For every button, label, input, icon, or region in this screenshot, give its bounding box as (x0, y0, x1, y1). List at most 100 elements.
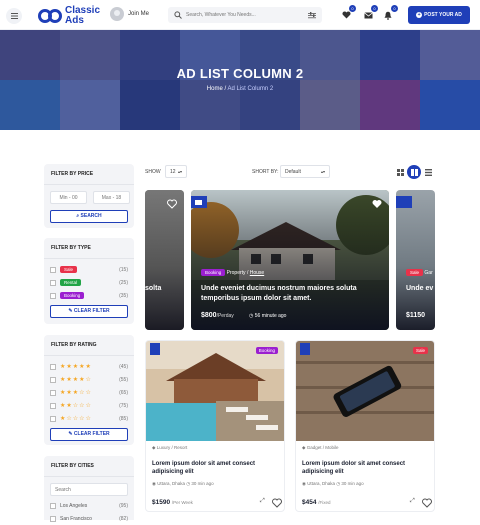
next-title: Unde ev temporib (406, 285, 435, 292)
list-view-button[interactable] (422, 166, 434, 178)
post-ad-button[interactable]: + POST YOUR AD (408, 6, 470, 24)
chevron-updown-icon: ▴▾ (177, 169, 182, 174)
type-clear-filter-button[interactable]: ✎ CLEAR FILTER (50, 305, 128, 318)
rating-filter-panel: FILTER BY RATING ★★★★★ (45) ★★★★☆ (55) ★… (44, 335, 134, 445)
checkbox[interactable] (50, 389, 56, 396)
rating-filter-option[interactable]: ★★☆☆☆ (75) (44, 399, 134, 412)
column-view-button[interactable] (407, 165, 421, 179)
show-label: SHOW (145, 169, 161, 175)
min-price-input[interactable] (50, 191, 87, 204)
city-filter-option[interactable]: San Francisco (82) (44, 512, 134, 525)
type-filter-option[interactable]: Rental (25) (44, 276, 134, 289)
ad-location: Uttara, Dhaka (307, 481, 335, 486)
menu-toggle-button[interactable] (6, 8, 22, 24)
show-count-value: 12 (170, 169, 176, 175)
ad-title[interactable]: Lorem ipsum dolor sit amet consect adipi… (302, 460, 428, 476)
rating-filter-option[interactable]: ★★★★★ (45) (44, 360, 134, 373)
badge-booking: Booking (255, 347, 278, 354)
sort-value: Default (285, 169, 301, 175)
ad-title[interactable]: Lorem ipsum dolor sit amet consect adipi… (152, 460, 278, 476)
search-icon (174, 11, 182, 19)
rating-count: (55) (119, 376, 128, 383)
category-link[interactable]: Luxury (157, 445, 171, 450)
checkbox[interactable] (50, 402, 56, 409)
checkbox[interactable] (50, 515, 56, 522)
checkbox[interactable] (50, 292, 56, 299)
next-category: Gar (424, 270, 433, 276)
ad-photo (296, 341, 434, 441)
ad-location-row: ◉ Uttara, Dhaka ◷ 30 min ago (152, 481, 214, 487)
subcategory-link[interactable]: Mobile (325, 445, 338, 450)
search-input[interactable] (186, 12, 306, 18)
featured-ribbon (396, 196, 412, 208)
next-category-row: Sale Gar (406, 269, 433, 276)
city-count: (95) (119, 502, 128, 509)
ad-card[interactable]: Booking ◆ Luxury / Resort Lorem ipsum do… (145, 340, 285, 512)
star-rating-icon: ★☆☆☆☆ (60, 416, 92, 422)
sort-label: SHORT BY: (252, 169, 279, 175)
featured-ad-card[interactable]: Booking Property / House Unde eveniet du… (191, 190, 389, 330)
price-value: $454 (302, 499, 317, 506)
type-filter-option[interactable]: Booking (35) (44, 289, 134, 302)
category-link[interactable]: Gadget (307, 445, 322, 450)
featured-ribbon (150, 343, 160, 355)
show-count-select[interactable]: 12 ▴▾ (165, 165, 187, 178)
notifications-button[interactable]: 0 (381, 5, 398, 22)
ad-price: $454 /Fixed (302, 499, 331, 506)
filter-sliders-icon[interactable] (308, 11, 316, 19)
rating-filter-option[interactable]: ★☆☆☆☆ (85) (44, 412, 134, 425)
plus-circle-icon: + (416, 11, 423, 18)
rating-filter-title: FILTER BY RATING (44, 335, 134, 356)
subcategory-link[interactable]: House (250, 270, 264, 276)
rating-filter-option[interactable]: ★★★★☆ (55) (44, 373, 134, 386)
checkbox[interactable] (50, 376, 56, 383)
type-filter-option[interactable]: Sale (15) (44, 263, 134, 276)
sort-select[interactable]: Default ▴▾ (280, 165, 330, 178)
breadcrumb-home-link[interactable]: Home (207, 86, 223, 92)
city-search-input[interactable] (50, 483, 128, 496)
ad-category-row: ◆ Luxury / Resort (152, 445, 187, 451)
user-menu[interactable]: Join Me (110, 7, 149, 21)
checkbox[interactable] (50, 415, 56, 422)
ad-category-row: ◆ Gadget / Mobile (302, 445, 339, 451)
rating-filter-option[interactable]: ★★★☆☆ (65) (44, 386, 134, 399)
heart-icon[interactable] (167, 199, 177, 209)
type-count: (15) (119, 266, 128, 273)
city-filter-option[interactable]: Los Angeles (95) (44, 499, 134, 512)
type-count: (35) (119, 292, 128, 299)
heart-icon[interactable] (372, 199, 382, 209)
chevron-updown-icon: ▴▾ (320, 169, 325, 174)
featured-ad-title[interactable]: Unde eveniet ducimus nostrum maiores sol… (201, 284, 381, 304)
compare-icon[interactable]: ⤢ (260, 498, 265, 505)
price-search-button[interactable]: ⌕ SEARCH (50, 210, 128, 223)
featured-ribbon (300, 343, 310, 355)
site-logo[interactable]: Classic Ads (38, 5, 101, 26)
featured-ad-time: ◷ 56 minute ago (249, 313, 286, 319)
type-count: (25) (119, 279, 128, 286)
price-search-label: SEARCH (80, 213, 102, 219)
heart-icon[interactable] (272, 498, 282, 508)
wishlist-button[interactable]: 0 (339, 5, 356, 22)
featured-ad-card-prev[interactable]: solta (145, 190, 184, 330)
grid-view-button[interactable] (394, 166, 406, 178)
compare-icon[interactable]: ⤢ (410, 498, 415, 505)
category-link[interactable]: Property (227, 270, 246, 276)
max-price-input[interactable] (93, 191, 130, 204)
ad-card[interactable]: Sale ◆ Gadget / Mobile Lorem ipsum dolor… (295, 340, 435, 512)
city-label: Los Angeles (60, 502, 88, 509)
checkbox[interactable] (50, 502, 56, 509)
subcategory-link[interactable]: Resort (174, 445, 187, 450)
messages-button[interactable]: 0 (361, 5, 378, 22)
logo-text: Classic Ads (65, 5, 101, 26)
featured-ad-card-next[interactable]: Sale Gar Unde ev temporib $1150 (396, 190, 435, 330)
heart-icon[interactable] (422, 498, 432, 508)
top-header: Classic Ads Join Me 0 0 0 +POST YOUR AD (0, 0, 480, 30)
checkbox[interactable] (50, 363, 56, 370)
hamburger-icon (10, 13, 18, 19)
rating-clear-filter-button[interactable]: ✎ CLEAR FILTER (50, 428, 128, 441)
star-rating-icon: ★★★★★ (60, 364, 92, 370)
type-tag-rental: Rental (60, 279, 82, 286)
star-rating-icon: ★★★★☆ (60, 377, 92, 383)
checkbox[interactable] (50, 266, 56, 273)
checkbox[interactable] (50, 279, 56, 286)
